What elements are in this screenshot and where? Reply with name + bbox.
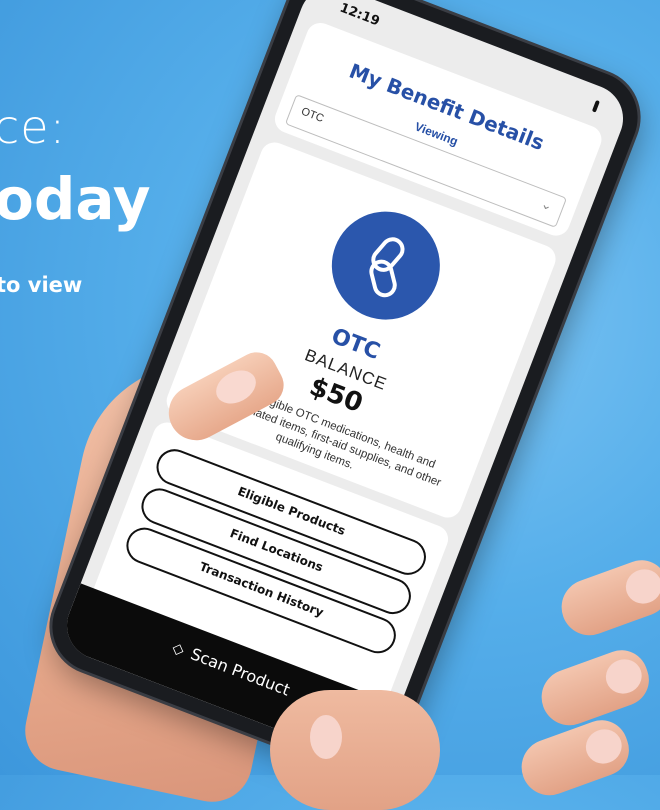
headline-line-1: ce: [0,100,67,154]
finger-nail-2 [601,654,647,699]
finger-nail-3 [581,724,627,769]
hand-finger-2 [533,642,657,734]
pill-capsule-svg [369,237,405,298]
benefit-select-value: OTC [299,105,326,126]
bottom-finger-nail [310,715,342,759]
headline-line-3: to view [0,273,83,297]
phone-screen: 12:19 My Benefit Details Viewing OTC ⌄ O… [57,0,633,768]
hand-finger-3 [513,712,637,804]
pill-capsule-icon [316,195,456,336]
tag-icon: ◇ [169,638,188,660]
finger-nail-1 [621,564,660,609]
status-time: 12:19 [337,0,382,30]
status-indicator [591,99,600,113]
hand-finger-1 [553,552,660,644]
headline-line-2: oday [0,165,151,233]
chevron-down-icon: ⌄ [539,195,555,214]
hand-bottom-finger [270,690,440,810]
